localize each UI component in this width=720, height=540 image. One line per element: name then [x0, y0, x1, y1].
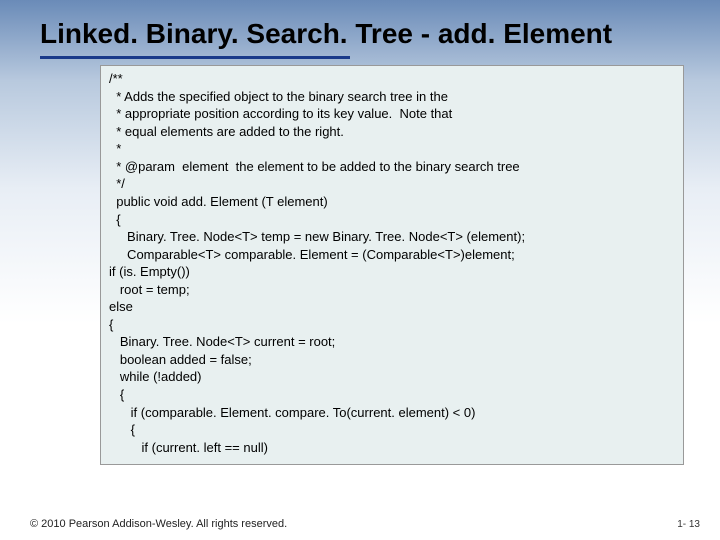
code-segment-2: if (is. Empty()) root = temp; else { Bin… — [109, 263, 675, 456]
code-block: /** * Adds the specified object to the b… — [100, 65, 684, 465]
page-number: 1- 13 — [677, 519, 700, 530]
slide-title: Linked. Binary. Search. Tree - add. Elem… — [0, 0, 720, 54]
code-segment-1: /** * Adds the specified object to the b… — [109, 70, 675, 263]
title-underline — [40, 56, 350, 59]
copyright-footer: © 2010 Pearson Addison-Wesley. All right… — [30, 518, 287, 530]
